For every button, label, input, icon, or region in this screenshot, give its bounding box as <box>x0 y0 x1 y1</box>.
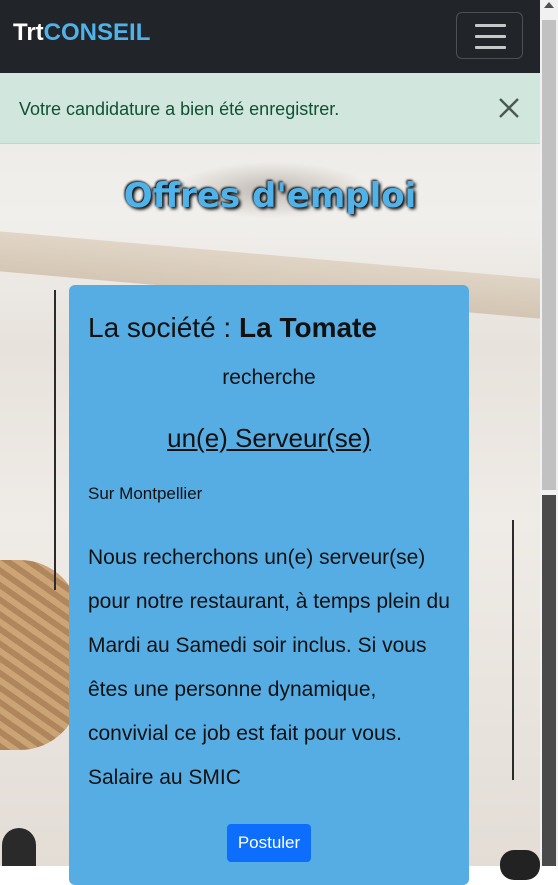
brand-suffix: CONSEIL <box>43 19 151 46</box>
success-alert: Votre candidature a bien été enregistrer… <box>0 73 540 144</box>
looking-for-text: recherche <box>222 366 316 389</box>
hamburger-menu-icon <box>475 24 506 27</box>
close-icon[interactable] <box>497 96 521 120</box>
background-lamp <box>0 560 80 750</box>
scroll-up-arrow-icon[interactable] <box>544 2 554 8</box>
hamburger-menu-icon <box>475 35 506 38</box>
page-title: Offres d'emploi <box>123 176 417 216</box>
hamburger-menu-icon <box>475 46 506 49</box>
lamp-wire <box>512 520 514 780</box>
company-prefix: La société : <box>88 312 239 343</box>
company-line: La société : La Tomate <box>88 312 377 344</box>
job-description: Nous recherchons un(e) serveur(se) pour … <box>88 546 450 789</box>
navbar-toggle-button[interactable] <box>456 12 523 59</box>
brand-logo[interactable]: TrtCONSEIL <box>13 19 150 47</box>
scrollbar-thumb[interactable] <box>542 20 556 490</box>
job-location: Sur Montpellier <box>88 484 203 503</box>
company-name: La Tomate <box>238 312 377 343</box>
background-object <box>2 828 36 866</box>
navbar: TrtCONSEIL <box>0 0 540 73</box>
apply-button[interactable]: Postuler <box>227 824 311 862</box>
chat-widget-icon[interactable] <box>500 850 540 880</box>
scrollbar[interactable] <box>540 0 558 866</box>
job-offer-card: La société : La Tomate recherche un(e) S… <box>69 285 469 885</box>
alert-message: Votre candidature a bien été enregistrer… <box>19 99 340 119</box>
scrollbar-lower-track <box>542 495 556 866</box>
job-title: un(e) Serveur(se) <box>167 423 371 453</box>
lamp-wire <box>54 290 56 590</box>
brand-prefix: Trt <box>13 19 44 46</box>
